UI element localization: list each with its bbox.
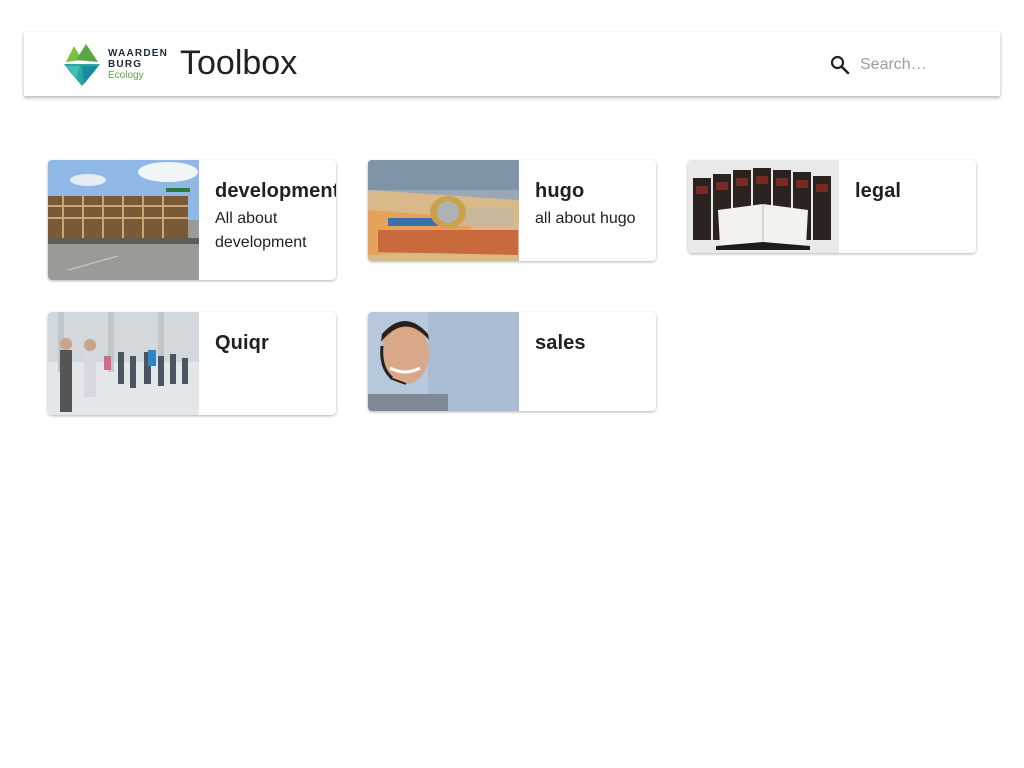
card-development[interactable]: development All about development	[48, 160, 336, 280]
card-title: hugo	[535, 180, 585, 202]
card-description: all about hugo	[535, 210, 636, 227]
card-legal[interactable]: legal	[688, 160, 976, 253]
card-quiqr[interactable]: Quiqr	[48, 312, 336, 415]
card-title: sales	[535, 332, 586, 354]
page-title: Toolbox	[180, 44, 298, 82]
logo-mark-icon	[64, 44, 100, 86]
card-description: All about development	[215, 210, 307, 251]
logo-text-line1: WAARDEN	[108, 48, 169, 59]
card-sales[interactable]: sales	[368, 312, 656, 411]
card-title: legal	[855, 180, 902, 202]
construction-site-photo	[48, 160, 199, 280]
card-hugo[interactable]: hugo all about hugo	[368, 160, 656, 261]
waardenburg-logo[interactable]: WAARDEN BURG Ecology	[62, 42, 169, 88]
search-icon[interactable]	[828, 53, 852, 77]
app-header: WAARDEN BURG Ecology Toolbox	[24, 32, 1000, 96]
card-title: development	[215, 180, 336, 202]
card-title: Quiqr	[215, 332, 269, 354]
search-input[interactable]	[860, 56, 980, 74]
law-books-photo	[688, 160, 839, 253]
logo-text-line2: BURG	[108, 59, 143, 70]
business-people-photo	[48, 312, 199, 415]
logo-text-line3: Ecology	[108, 70, 144, 81]
call-center-agent-photo	[368, 312, 519, 411]
money-coins-photo	[368, 160, 519, 261]
search-box[interactable]	[828, 50, 988, 80]
